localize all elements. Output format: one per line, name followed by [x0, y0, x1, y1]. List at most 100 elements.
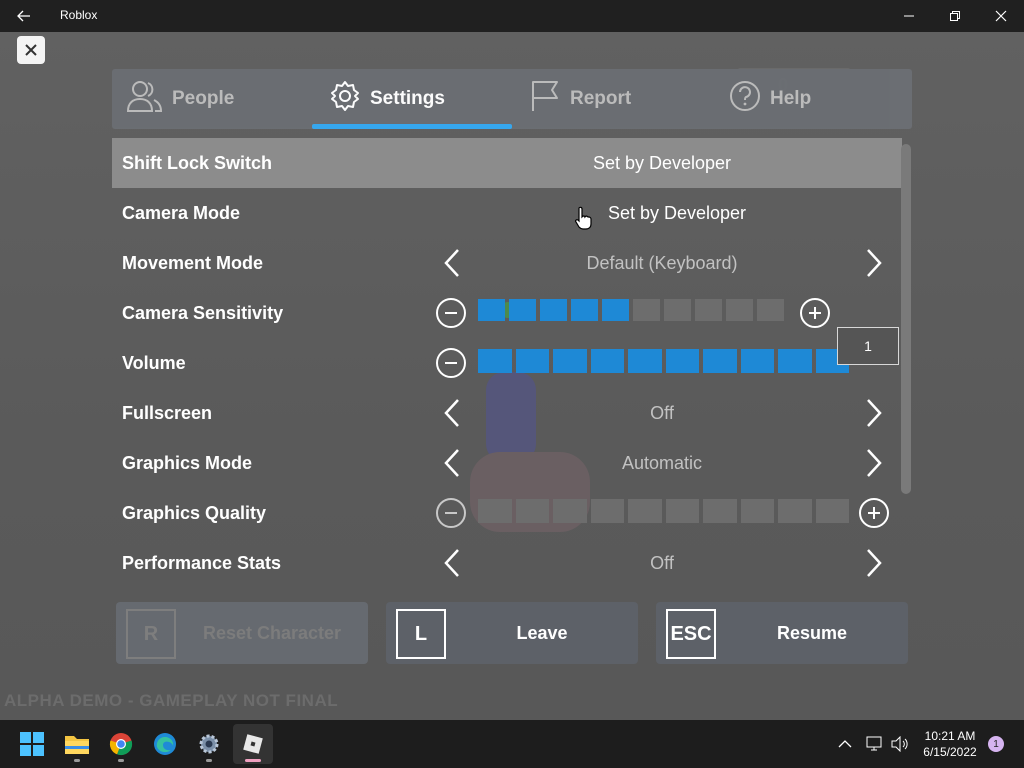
leave-button[interactable]: L Leave: [386, 602, 638, 664]
plus-icon[interactable]: [800, 298, 830, 328]
slider-segment[interactable]: [703, 499, 737, 523]
settings-icon[interactable]: [189, 724, 229, 764]
clock-time: 10:21 AM: [924, 729, 976, 743]
running-indicator: [206, 759, 212, 762]
setting-fullscreen[interactable]: Fullscreen Off: [112, 388, 902, 438]
volume-icon[interactable]: [891, 720, 909, 768]
close-menu-button[interactable]: [17, 36, 45, 64]
button-label: Reset Character: [202, 623, 342, 643]
question-icon: [728, 79, 770, 119]
graphics-quality-slider[interactable]: [478, 499, 849, 523]
slider-segment[interactable]: [778, 349, 812, 373]
setting-label: Shift Lock Switch: [122, 153, 273, 173]
file-explorer-icon[interactable]: [57, 724, 97, 764]
setting-movement-mode[interactable]: Movement Mode Default (Keyboard): [112, 238, 902, 288]
setting-camera-mode[interactable]: Camera Mode Set by Developer: [112, 188, 902, 238]
minimize-icon[interactable]: [886, 0, 932, 32]
chevron-right-icon[interactable]: [859, 447, 889, 479]
network-icon[interactable]: [866, 720, 884, 768]
slider-segment[interactable]: [726, 299, 753, 321]
chevron-right-icon[interactable]: [859, 397, 889, 429]
key-hint-r: R: [126, 609, 176, 659]
menu-tab-bar: People Settings Report Help: [112, 69, 912, 129]
setting-value: Off: [650, 553, 674, 573]
demo-watermark: ALPHA DEMO - GAMEPLAY NOT FINAL: [4, 691, 339, 710]
minus-icon[interactable]: [436, 498, 466, 528]
slider-segment[interactable]: [695, 299, 722, 321]
sensitivity-value-input[interactable]: 1: [837, 327, 899, 365]
button-label: Leave: [516, 623, 568, 643]
plus-icon[interactable]: [859, 498, 889, 528]
tab-label: Settings: [370, 88, 445, 109]
taskbar-clock[interactable]: 10:21 AM 6/15/2022: [918, 728, 982, 760]
edge-icon[interactable]: [145, 724, 185, 764]
setting-label: Movement Mode: [122, 253, 264, 273]
tab-report[interactable]: Report: [528, 69, 631, 129]
tab-label: Help: [770, 88, 812, 109]
close-icon[interactable]: [978, 0, 1024, 32]
slider-segment[interactable]: [665, 499, 699, 523]
volume-slider[interactable]: [478, 349, 849, 373]
resume-button[interactable]: ESC Resume: [656, 602, 908, 664]
back-arrow-icon[interactable]: [14, 6, 34, 26]
slider-segment[interactable]: [478, 299, 505, 321]
setting-volume: Volume: [112, 338, 902, 388]
setting-performance-stats[interactable]: Performance Stats Off: [112, 538, 902, 588]
reset-character-button[interactable]: R Reset Character: [116, 602, 368, 664]
slider-segment[interactable]: [571, 299, 598, 321]
slider-segment[interactable]: [740, 349, 774, 373]
tab-settings[interactable]: Settings: [328, 69, 445, 129]
tab-label: Report: [570, 88, 632, 109]
setting-graphics-mode[interactable]: Graphics Mode Automatic: [112, 438, 902, 488]
chrome-icon[interactable]: [101, 724, 141, 764]
setting-camera-sensitivity: Camera Sensitivity: [112, 288, 902, 338]
key-hint-esc: ESC: [666, 609, 716, 659]
chevron-right-icon[interactable]: [859, 247, 889, 279]
slider-segment[interactable]: [633, 299, 660, 321]
slider-segment[interactable]: [590, 499, 624, 523]
slider-segment[interactable]: [515, 499, 549, 523]
slider-segment[interactable]: [515, 349, 549, 373]
slider-segment[interactable]: [815, 499, 849, 523]
chevron-up-icon[interactable]: [838, 720, 852, 768]
slider-segment[interactable]: [602, 299, 629, 321]
slider-segment[interactable]: [540, 299, 567, 321]
settings-scrollbar[interactable]: [901, 144, 911, 494]
slider-segment[interactable]: [757, 299, 784, 321]
minus-icon[interactable]: [436, 348, 466, 378]
setting-value: Automatic: [621, 453, 703, 473]
taskbar: 10:21 AM 6/15/2022 1: [0, 720, 1024, 768]
tab-people[interactable]: People: [126, 69, 234, 129]
running-indicator: [118, 759, 124, 762]
slider-segment[interactable]: [740, 499, 774, 523]
slider-segment[interactable]: [590, 349, 624, 373]
restore-icon[interactable]: [932, 0, 978, 32]
setting-label: Camera Sensitivity: [122, 303, 284, 323]
slider-segment[interactable]: [664, 299, 691, 321]
slider-segment[interactable]: [478, 349, 512, 373]
setting-label: Performance Stats: [122, 553, 282, 573]
windows-start-icon[interactable]: [12, 724, 52, 764]
chevron-right-icon[interactable]: [859, 547, 889, 579]
roblox-icon[interactable]: [233, 724, 273, 764]
settings-list: Shift Lock Switch Set by Developer Camer…: [112, 138, 902, 588]
sensitivity-slider[interactable]: [478, 299, 784, 321]
setting-shift-lock-switch[interactable]: Shift Lock Switch Set by Developer: [112, 138, 902, 188]
slider-segment[interactable]: [509, 299, 536, 321]
running-indicator: [74, 759, 80, 762]
tab-help[interactable]: Help: [728, 69, 811, 129]
setting-value: Off: [650, 403, 674, 423]
notification-badge[interactable]: 1: [988, 736, 1004, 752]
slider-segment[interactable]: [628, 349, 662, 373]
minus-icon[interactable]: [436, 298, 466, 328]
slider-segment[interactable]: [628, 499, 662, 523]
slider-segment[interactable]: [478, 499, 512, 523]
slider-segment[interactable]: [665, 349, 699, 373]
slider-segment[interactable]: [778, 499, 812, 523]
setting-label: Volume: [122, 353, 186, 373]
clock-date: 6/15/2022: [923, 745, 977, 759]
slider-segment[interactable]: [703, 349, 737, 373]
slider-segment[interactable]: [553, 499, 587, 523]
slider-segment[interactable]: [553, 349, 587, 373]
flag-icon: [528, 79, 570, 119]
